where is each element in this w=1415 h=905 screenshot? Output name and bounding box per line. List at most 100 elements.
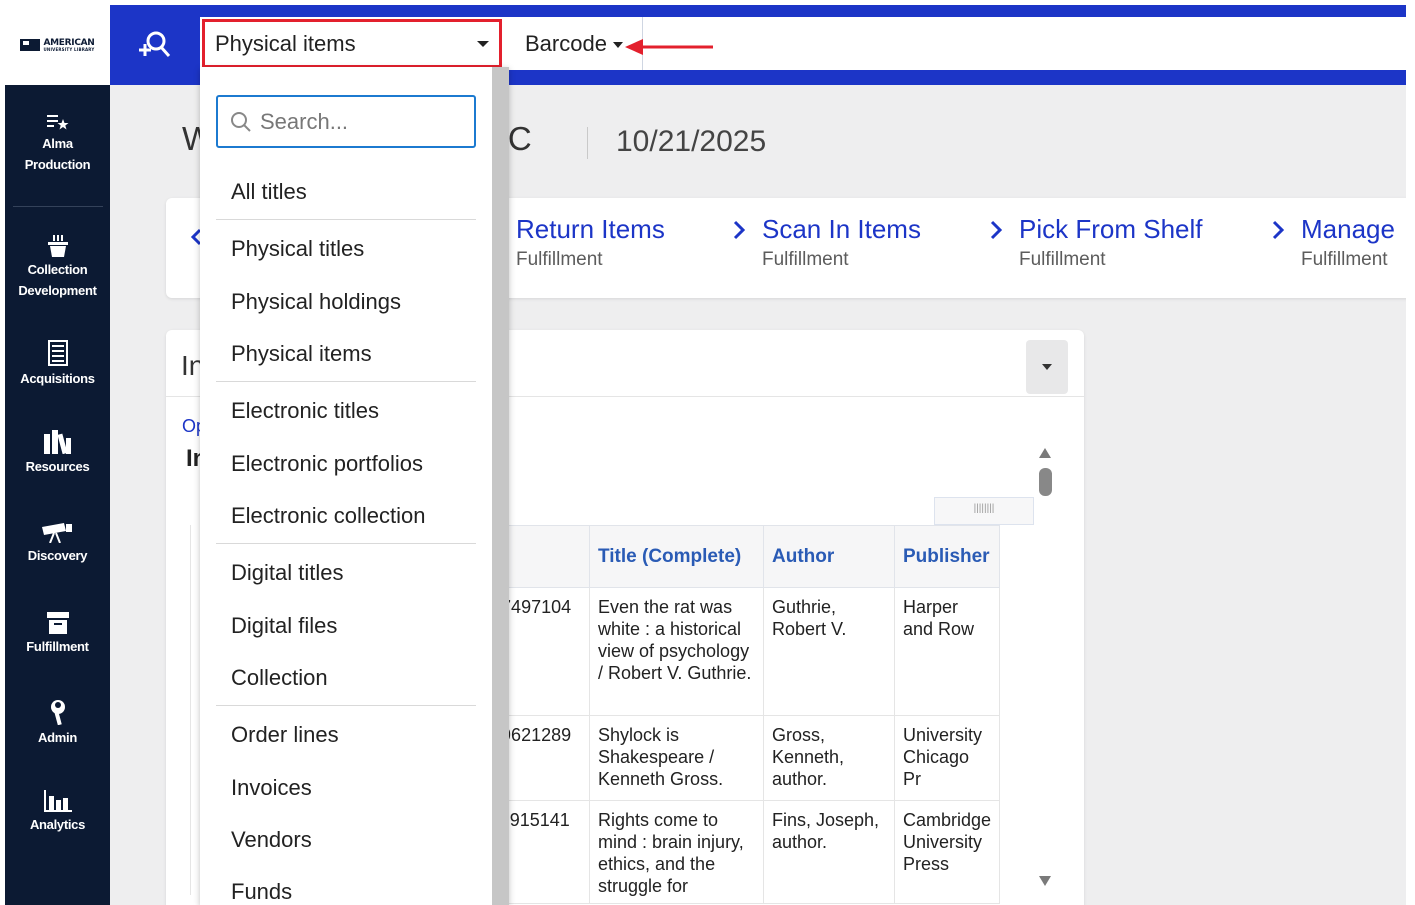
sidebar-item-resources[interactable]: Resources xyxy=(5,430,110,477)
option-invoices[interactable]: Invoices xyxy=(231,775,312,801)
task-title: Manage xyxy=(1301,214,1395,244)
logo-title: AMERICAN xyxy=(43,37,95,48)
logo-text: AMERICAN UNIVERSITY LIBRARY xyxy=(43,37,95,52)
sidebar-item-label-2: Production xyxy=(24,157,91,172)
sidebar-item-label-2: Development xyxy=(18,283,97,298)
logo-flag-icon xyxy=(20,39,41,51)
chevron-right-icon xyxy=(733,220,746,240)
dropdown-divider xyxy=(216,219,476,220)
task-return-items[interactable]: Return Items Fulfillment xyxy=(516,214,665,271)
task-subtitle: Fulfillment xyxy=(762,249,849,270)
task-subtitle: Fulfillment xyxy=(1019,249,1106,270)
collection-icon xyxy=(47,235,68,257)
table-vertical-scrollbar[interactable] xyxy=(1032,442,1058,892)
cell-title[interactable]: Even the rat was white : a historical vi… xyxy=(589,587,764,716)
task-manage[interactable]: Manage Fulfillment xyxy=(1272,214,1395,271)
dropdown-divider xyxy=(216,543,476,544)
option-electronic-portfolios[interactable]: Electronic portfolios xyxy=(231,451,423,477)
search-field-value: Barcode xyxy=(525,30,607,56)
table-row[interactable]: 94007497104 Even the rat was white : a h… xyxy=(452,587,1001,716)
search-type-select[interactable]: Physical items xyxy=(202,19,502,68)
task-pick-from-shelf[interactable]: Pick From Shelf Fulfillment xyxy=(990,214,1203,271)
sidebar-item-admin[interactable]: Admin xyxy=(5,699,110,748)
sidebar-item-collection-development[interactable]: Collection Development xyxy=(5,235,110,301)
sidebar-item-label: Admin xyxy=(38,730,77,745)
dropdown-divider xyxy=(216,705,476,706)
search-icon xyxy=(231,111,251,132)
option-vendors[interactable]: Vendors xyxy=(231,827,312,853)
option-digital-titles[interactable]: Digital titles xyxy=(231,560,343,586)
dropdown-search-box[interactable] xyxy=(216,95,476,148)
persistent-search-button[interactable] xyxy=(135,27,175,63)
search-type-dropdown: All titles Physical titles Physical hold… xyxy=(200,67,509,905)
column-header-author[interactable]: Author xyxy=(763,525,895,588)
widget-menu-button[interactable] xyxy=(1026,340,1068,394)
option-physical-holdings[interactable]: Physical holdings xyxy=(231,289,401,315)
column-header-title[interactable]: Title (Complete) xyxy=(589,525,764,588)
table-row[interactable]: 94009621289 Shylock is Shakespeare / Ken… xyxy=(452,715,1001,801)
search-field-select[interactable]: Barcode xyxy=(508,17,643,70)
cell-author: Fins, Joseph, author. xyxy=(763,800,895,904)
search-type-value: Physical items xyxy=(215,30,356,56)
caret-down-icon xyxy=(612,41,623,48)
bar-chart-icon xyxy=(43,790,72,812)
cell-title[interactable]: Shylock is Shakespeare / Kenneth Gross. xyxy=(589,715,764,801)
sidebar-item-alma-production[interactable]: Alma Production xyxy=(5,113,110,175)
search-plus-icon xyxy=(139,31,171,57)
column-header-publisher[interactable]: Publisher xyxy=(893,525,1001,588)
library-logo[interactable]: AMERICAN UNIVERSITY LIBRARY xyxy=(5,5,110,85)
sidebar-item-label: Alma xyxy=(42,136,73,151)
option-electronic-collection[interactable]: Electronic collection xyxy=(231,503,425,529)
option-all-titles[interactable]: All titles xyxy=(231,179,307,205)
scroll-up-icon[interactable] xyxy=(1039,448,1051,458)
title-separator xyxy=(587,127,588,159)
left-sidebar: AMERICAN UNIVERSITY LIBRARY Alma Product… xyxy=(5,5,110,905)
option-physical-titles[interactable]: Physical titles xyxy=(231,236,364,262)
task-title: Scan In Items xyxy=(762,214,921,244)
cell-publisher: Harper and Row xyxy=(893,587,1001,716)
task-subtitle: Fulfillment xyxy=(516,249,603,270)
option-digital-files[interactable]: Digital files xyxy=(231,613,337,639)
sidebar-item-acquisitions[interactable]: Acquisitions xyxy=(5,340,110,389)
scroll-thumb[interactable] xyxy=(1039,468,1052,496)
cell-title[interactable]: Rights come to mind : brain injury, ethi… xyxy=(589,800,764,904)
task-title: Pick From Shelf xyxy=(1019,214,1203,244)
scroll-down-icon[interactable] xyxy=(1039,876,1051,886)
chevron-right-icon xyxy=(990,220,1003,240)
option-funds[interactable]: Funds xyxy=(231,879,292,905)
task-title: Return Items xyxy=(516,214,665,244)
acquisitions-icon xyxy=(47,340,68,366)
column-resize-grip[interactable]: |||||||| xyxy=(934,497,1034,525)
cell-publisher: Cambridge University Press xyxy=(893,800,1001,904)
sidebar-item-label: Analytics xyxy=(29,817,86,832)
sidebar-item-label: Resources xyxy=(25,459,90,474)
option-electronic-titles[interactable]: Electronic titles xyxy=(231,398,379,424)
table-row[interactable]: 94011915141 Rights come to mind : brain … xyxy=(452,800,1001,904)
sidebar-item-discovery[interactable]: Discovery xyxy=(5,523,110,566)
sidebar-item-fulfillment[interactable]: Fulfillment xyxy=(5,612,110,657)
option-collection[interactable]: Collection xyxy=(231,665,328,691)
wrench-icon xyxy=(50,700,65,725)
chevron-down-icon xyxy=(477,41,489,47)
cell-author: Guthrie, Robert V. xyxy=(763,587,895,716)
chevron-right-icon xyxy=(1272,220,1285,240)
sidebar-item-label: Collection xyxy=(27,262,88,277)
cell-publisher: University Chicago Pr xyxy=(893,715,1001,801)
star-list-icon xyxy=(46,115,68,130)
table-header-row: code Title (Complete) Author Publisher xyxy=(452,525,1001,588)
sidebar-item-label: Fulfillment xyxy=(26,639,89,654)
option-physical-items[interactable]: Physical items xyxy=(231,341,372,367)
task-scan-in-items[interactable]: Scan In Items Fulfillment xyxy=(733,214,921,271)
task-subtitle: Fulfillment xyxy=(1301,249,1388,270)
table-left-edge xyxy=(190,525,200,895)
page-date: 10/21/2025 xyxy=(616,125,767,158)
results-table: code Title (Complete) Author Publisher 9… xyxy=(452,525,1001,904)
sidebar-item-analytics[interactable]: Analytics xyxy=(5,790,110,835)
dropdown-divider xyxy=(216,381,476,382)
logo-subtitle: UNIVERSITY LIBRARY xyxy=(43,46,95,52)
option-order-lines[interactable]: Order lines xyxy=(231,722,339,748)
chevron-down-icon xyxy=(1042,364,1052,370)
dropdown-scrollbar[interactable] xyxy=(492,67,509,905)
books-icon xyxy=(43,430,71,454)
dropdown-search-input[interactable] xyxy=(260,108,460,135)
